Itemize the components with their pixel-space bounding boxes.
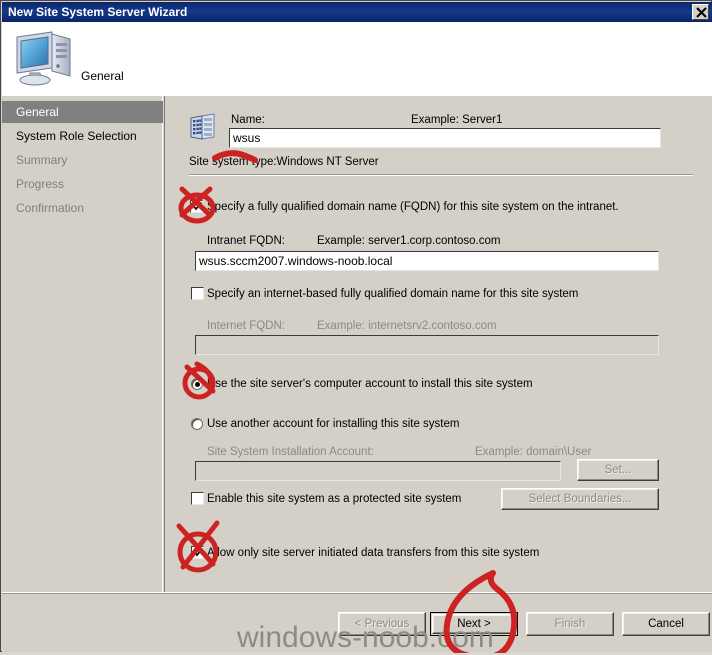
name-example: Example: Server1 xyxy=(411,114,503,126)
sidebar-item-summary[interactable]: Summary xyxy=(2,149,163,171)
header-title: General xyxy=(81,69,124,83)
site-system-type-label: Site system type:Windows NT Server xyxy=(189,156,379,168)
internet-fqdn-checkbox-label[interactable]: Specify an internet-based fully qualifie… xyxy=(207,288,578,300)
watermark-text: windows-noob.com xyxy=(237,621,494,654)
intranet-fqdn-label: Intranet FQDN: xyxy=(207,235,285,247)
install-account-label: Site System Installation Account: xyxy=(207,446,374,458)
internet-fqdn-label: Internet FQDN: xyxy=(207,320,285,332)
computer-server-icon xyxy=(16,31,71,86)
set-button: Set... xyxy=(577,459,659,481)
install-account-input xyxy=(195,461,561,481)
sidebar-item-system-role-selection[interactable]: System Role Selection xyxy=(2,125,163,147)
allow-transfers-checkbox[interactable] xyxy=(191,546,204,559)
checkmark-icon xyxy=(192,201,203,211)
title-bar[interactable]: New Site System Server Wizard xyxy=(2,2,712,22)
close-icon xyxy=(696,7,707,18)
checkmark-icon xyxy=(193,547,204,557)
sidebar-item-confirmation[interactable]: Confirmation xyxy=(2,197,163,219)
footer-divider xyxy=(2,593,712,594)
internet-fqdn-example: Example: internetsrv2.contoso.com xyxy=(317,320,497,332)
window-title: New Site System Server Wizard xyxy=(8,5,188,19)
wizard-steps-sidebar: General System Role Selection Summary Pr… xyxy=(2,96,163,592)
radio-dot-icon xyxy=(195,382,200,387)
protected-site-checkbox[interactable] xyxy=(191,492,204,505)
fqdn-checkbox-label[interactable]: Specify a fully qualified domain name (F… xyxy=(207,201,619,213)
intranet-fqdn-example: Example: server1.corp.contoso.com xyxy=(317,235,501,247)
internet-fqdn-input xyxy=(195,335,659,355)
wizard-header: General xyxy=(2,22,712,96)
site-system-building-icon xyxy=(190,113,215,140)
radio-computer-account-label[interactable]: Use the site server's computer account t… xyxy=(207,378,533,390)
protected-site-checkbox-label[interactable]: Enable this site system as a protected s… xyxy=(207,493,461,505)
allow-transfers-checkbox-label[interactable]: Allow only site server initiated data tr… xyxy=(207,547,539,559)
internet-fqdn-checkbox[interactable] xyxy=(191,287,204,300)
install-account-example: Example: domain\User xyxy=(475,446,592,458)
close-button[interactable] xyxy=(692,4,709,20)
radio-another-account[interactable] xyxy=(191,418,203,430)
finish-button: Finish xyxy=(526,612,614,636)
name-input[interactable]: wsus xyxy=(229,128,661,148)
fqdn-checkbox[interactable] xyxy=(190,200,203,213)
cancel-button[interactable]: Cancel xyxy=(622,612,710,636)
divider-1 xyxy=(189,174,693,175)
select-boundaries-button: Select Boundaries... xyxy=(501,488,659,510)
sidebar-item-general[interactable]: General xyxy=(2,101,163,123)
wizard-window: New Site System Server Wizard General Ge… xyxy=(0,0,712,654)
radio-computer-account[interactable] xyxy=(191,378,203,390)
wizard-content-panel: Name: Example: Server1 wsus Site system … xyxy=(164,96,712,592)
radio-another-account-label[interactable]: Use another account for installing this … xyxy=(207,418,459,430)
intranet-fqdn-input[interactable]: wsus.sccm2007.windows-noob.local xyxy=(195,251,659,271)
name-label: Name: xyxy=(231,114,265,126)
sidebar-item-progress[interactable]: Progress xyxy=(2,173,163,195)
